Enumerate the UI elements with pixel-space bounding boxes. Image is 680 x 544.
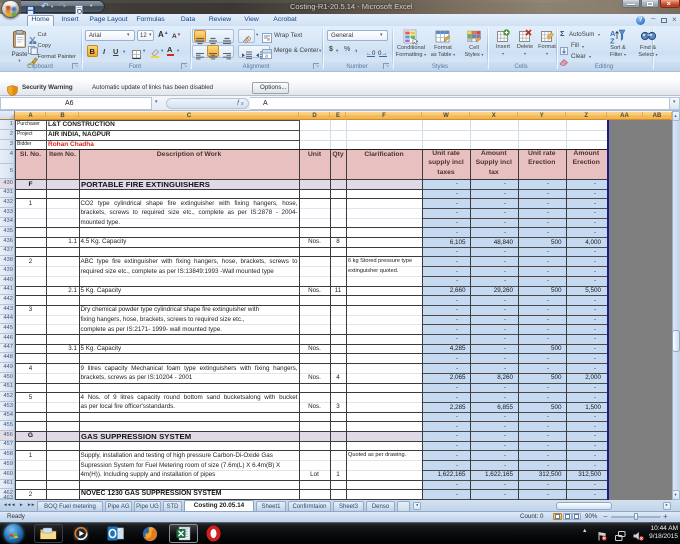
svg-text:Z: Z <box>610 37 615 45</box>
svg-text:ab: ab <box>243 35 253 44</box>
svg-text:a: a <box>265 52 268 59</box>
